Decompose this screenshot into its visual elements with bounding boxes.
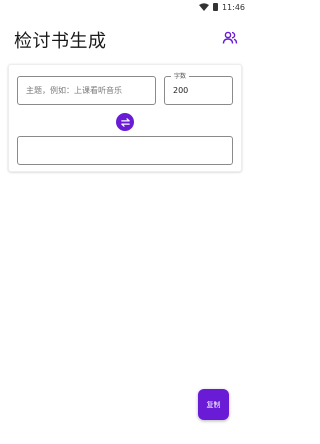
app-bar: 检讨书生成 [0,22,250,58]
form-card: 字数 [8,64,242,172]
users-icon[interactable] [222,30,238,46]
status-time: 11:46 [221,2,245,12]
battery-icon [212,3,218,11]
swap-button[interactable] [116,113,134,131]
word-count-label: 字数 [171,72,190,81]
wifi-icon [198,3,209,11]
word-count-field[interactable]: 字数 [164,72,233,105]
status-bar: 11:46 [0,0,250,14]
copy-button[interactable]: 复制 [198,389,229,420]
result-textbox[interactable] [17,136,233,165]
page-title: 检讨书生成 [14,31,107,52]
word-count-input[interactable] [165,77,232,104]
topic-input[interactable] [17,76,156,105]
swap-icon [120,117,130,127]
